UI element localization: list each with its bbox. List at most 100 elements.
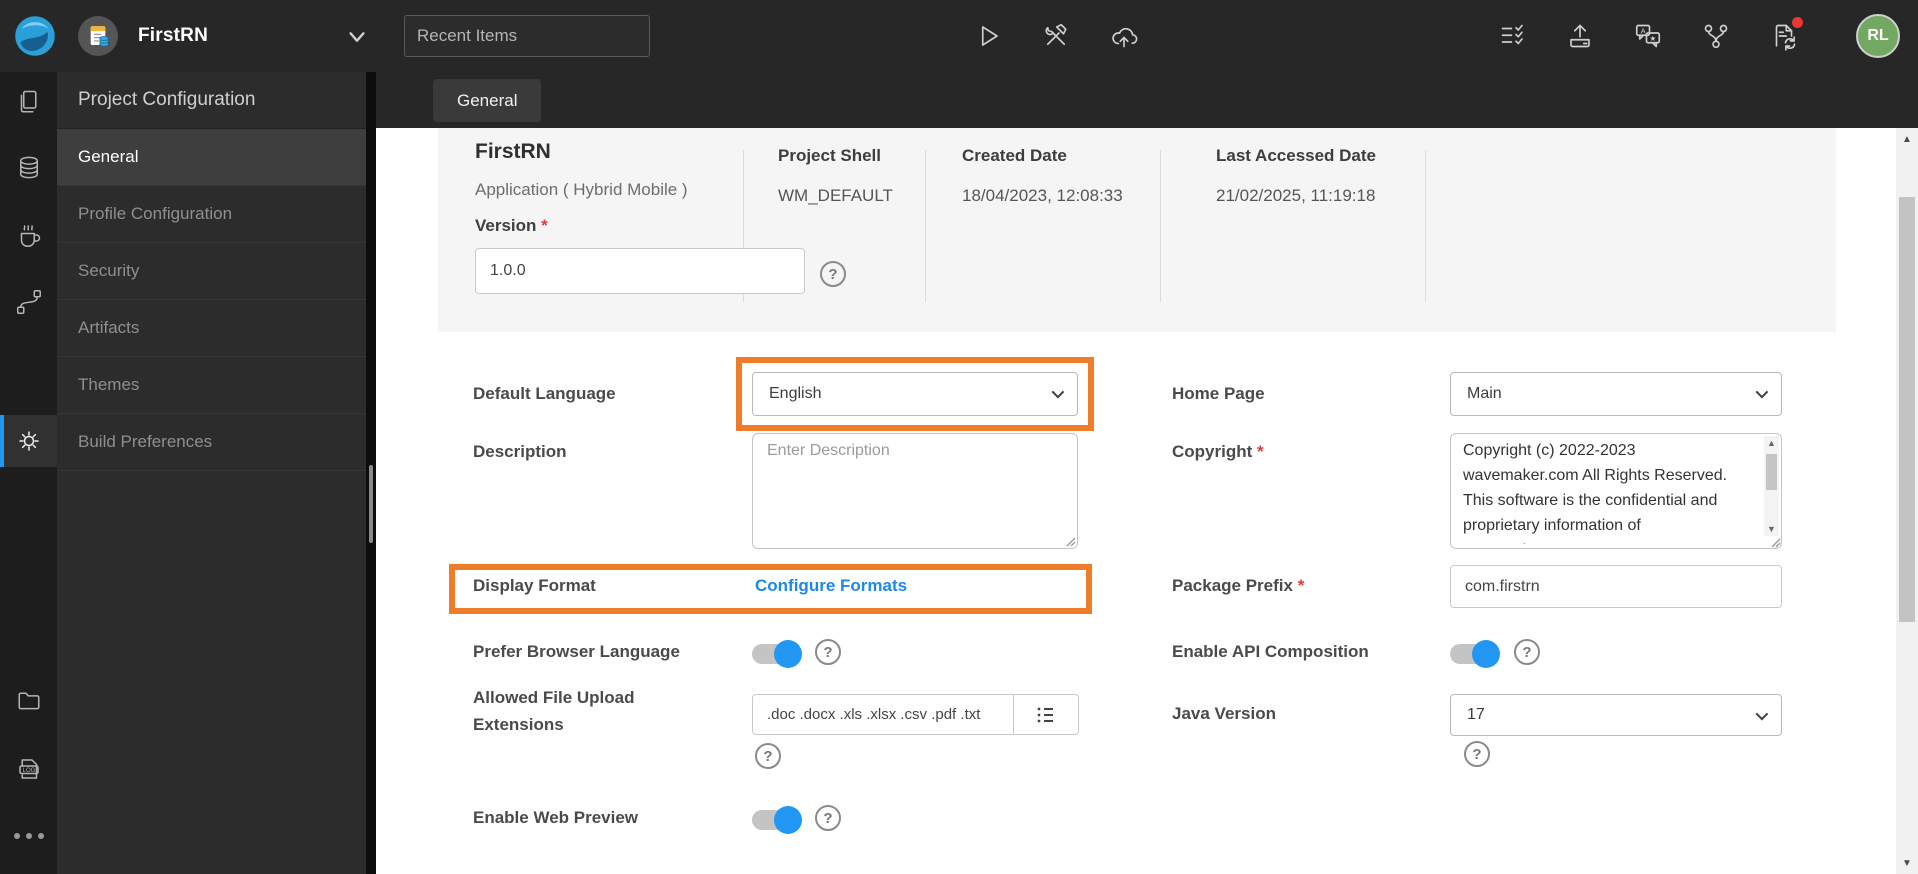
- project-name: FirstRN: [138, 25, 209, 46]
- project-menu-chevron-down-icon[interactable]: [346, 26, 368, 48]
- enable-api-composition-help-icon[interactable]: [1514, 639, 1540, 665]
- copyright-scrollbar[interactable]: ▲ ▼: [1764, 436, 1779, 536]
- sync-file-icon[interactable]: [1769, 17, 1803, 51]
- enable-api-composition-label: Enable API Composition: [1172, 642, 1369, 661]
- java-version-help-icon[interactable]: [1464, 741, 1490, 767]
- left-icon-rail: LOG: [0, 72, 57, 874]
- allowed-extensions-label: Allowed File Upload Extensions: [473, 688, 635, 734]
- default-language-value: English: [769, 385, 822, 402]
- tools-icon[interactable]: [1041, 21, 1071, 51]
- sidebar-scrollbar-thumb[interactable]: [369, 465, 373, 543]
- copyright-scrollbar-thumb[interactable]: [1766, 454, 1777, 490]
- project-configuration-sidebar: Project Configuration General Profile Co…: [57, 72, 366, 874]
- package-prefix-input[interactable]: [1450, 565, 1782, 608]
- rail-item-settings[interactable]: [0, 415, 57, 467]
- toggle-knob: [774, 640, 802, 668]
- extensions-list-button[interactable]: [1013, 694, 1079, 735]
- java-version-value: 17: [1467, 706, 1485, 723]
- created-date-value: 18/04/2023, 12:08:33: [962, 186, 1123, 205]
- java-version-select[interactable]: 17: [1450, 694, 1782, 736]
- more-dots-icon: [13, 833, 44, 839]
- sidebar-item-build-preferences[interactable]: Build Preferences: [57, 414, 366, 471]
- notification-badge: [1792, 17, 1803, 28]
- wavemaker-logo-icon[interactable]: [10, 11, 60, 61]
- run-icon[interactable]: [973, 21, 1003, 51]
- configure-formats-link[interactable]: Configure Formats: [755, 576, 907, 596]
- enable-web-preview-toggle[interactable]: [752, 806, 802, 834]
- rail-item-java-services[interactable]: [0, 209, 57, 261]
- export-icon[interactable]: [1565, 21, 1595, 51]
- translate-icon[interactable]: A ★: [1633, 21, 1663, 51]
- project-title: FirstRN: [475, 140, 551, 163]
- version-help-icon[interactable]: [820, 261, 846, 287]
- rail-item-file-explorer[interactable]: [0, 674, 57, 726]
- sidebar-item-general[interactable]: General: [57, 129, 366, 186]
- copyright-textarea[interactable]: Copyright (c) 2022-2023 wavemaker.com Al…: [1450, 433, 1782, 549]
- general-settings-content: FirstRN Application ( Hybrid Mobile ) Pr…: [376, 128, 1918, 874]
- project-info-panel: FirstRN Application ( Hybrid Mobile ) Pr…: [438, 128, 1836, 332]
- version-label: Version: [475, 216, 548, 236]
- project-shell-value: WM_DEFAULT: [778, 186, 893, 205]
- recent-items-input[interactable]: [404, 15, 650, 57]
- enable-api-composition-toggle[interactable]: [1450, 640, 1500, 668]
- rail-item-apis[interactable]: [0, 276, 57, 328]
- checklist-icon[interactable]: [1498, 21, 1528, 51]
- list-icon: [1037, 707, 1053, 722]
- display-format-label: Display Format: [473, 576, 596, 595]
- toggle-knob: [1472, 640, 1500, 668]
- cloud-upload-icon[interactable]: [1109, 21, 1139, 51]
- enable-web-preview-help-icon[interactable]: [815, 805, 841, 831]
- package-prefix-label: Package Prefix: [1172, 576, 1304, 596]
- project-type-icon[interactable]: [78, 16, 118, 56]
- last-accessed-date-value: 21/02/2025, 11:19:18: [1216, 186, 1376, 205]
- rail-item-more[interactable]: [0, 810, 57, 862]
- rail-item-pages[interactable]: [0, 76, 57, 128]
- sidebar-title: Project Configuration: [57, 72, 366, 129]
- chevron-down-icon: [1755, 707, 1769, 721]
- prefer-browser-language-help-icon[interactable]: [815, 639, 841, 665]
- tab-general[interactable]: General: [433, 79, 542, 122]
- svg-text:★: ★: [1650, 34, 1657, 43]
- enable-web-preview-label: Enable Web Preview: [473, 808, 639, 827]
- description-textarea[interactable]: [752, 433, 1078, 549]
- prefer-browser-language-toggle[interactable]: [752, 640, 802, 668]
- svg-text:A: A: [1641, 26, 1646, 35]
- resize-handle-icon[interactable]: [1769, 536, 1781, 548]
- sidebar-scrollbar[interactable]: [366, 72, 376, 874]
- java-version-label: Java Version: [1172, 704, 1276, 723]
- rail-item-database[interactable]: [0, 143, 57, 195]
- sidebar-item-security[interactable]: Security: [57, 243, 366, 300]
- home-page-label: Home Page: [1172, 384, 1265, 403]
- sidebar-item-profile-configuration[interactable]: Profile Configuration: [57, 186, 366, 243]
- divider: [1160, 150, 1161, 302]
- svg-text:LOG: LOG: [22, 768, 35, 774]
- project-type: Application ( Hybrid Mobile ): [475, 180, 688, 199]
- toggle-knob: [774, 806, 802, 834]
- divider: [925, 150, 926, 302]
- scroll-up-arrow-icon[interactable]: ▲: [1896, 130, 1918, 148]
- chevron-down-icon: [1051, 385, 1065, 399]
- resize-handle-icon[interactable]: [1064, 535, 1076, 547]
- project-shell-label: Project Shell: [778, 146, 881, 165]
- home-page-value: Main: [1467, 385, 1502, 402]
- default-language-select[interactable]: English: [752, 372, 1078, 416]
- rail-item-logs[interactable]: LOG: [0, 743, 57, 795]
- prefer-browser-language-label: Prefer Browser Language: [473, 642, 680, 661]
- page-scrollbar-thumb[interactable]: [1899, 197, 1915, 622]
- share-icon[interactable]: [1701, 21, 1731, 51]
- scroll-down-arrow-icon[interactable]: ▼: [1764, 522, 1779, 536]
- scroll-up-arrow-icon[interactable]: ▲: [1764, 436, 1779, 450]
- chevron-down-icon: [1755, 385, 1769, 399]
- page-scrollbar[interactable]: ▲ ▼: [1896, 128, 1918, 874]
- sidebar-item-artifacts[interactable]: Artifacts: [57, 300, 366, 357]
- copyright-text: Copyright (c) 2022-2023 wavemaker.com Al…: [1463, 442, 1728, 544]
- scroll-down-arrow-icon[interactable]: ▼: [1896, 854, 1918, 872]
- allowed-extensions-help-icon[interactable]: [755, 743, 781, 769]
- home-page-select[interactable]: Main: [1450, 372, 1782, 416]
- sidebar-item-themes[interactable]: Themes: [57, 357, 366, 414]
- user-avatar[interactable]: RL: [1856, 14, 1900, 58]
- allowed-extensions-input[interactable]: [752, 694, 1014, 735]
- main-area: General FirstRN Application ( Hybrid Mob…: [376, 72, 1918, 874]
- divider: [1425, 150, 1426, 302]
- version-input[interactable]: [475, 248, 805, 294]
